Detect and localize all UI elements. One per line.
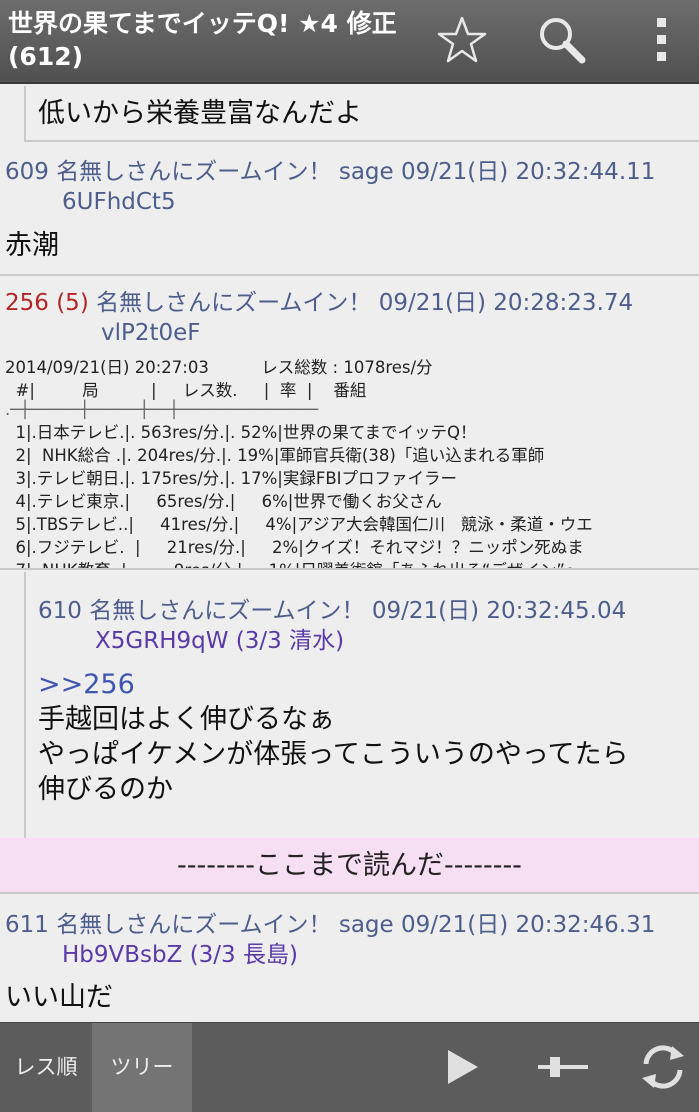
ratings-table-line: .─┼─────┼─────┼──┼────────────── <box>5 400 319 419</box>
post-id[interactable]: vlP2t0eF <box>101 318 201 348</box>
ratings-table-line: 2014/09/21(日) 20:27:03 レス総数 : 1078res/分 <box>5 358 433 377</box>
post-611[interactable]: 611 名無しさんにズームイン！ sage 09/21(日) 20:32:46.… <box>0 894 699 1022</box>
thread-title: 世界の果てまでイッテQ! ★4 修正 (612) <box>8 9 397 71</box>
thread-content[interactable]: 低いから栄養豊富なんだよ 609 名無しさんにズームイン！ sage 09/21… <box>0 86 699 1022</box>
ratings-table-line: 6|.フジテレビ. | 21res/分.| 2%|クイズ！それマジ！？ニッポン死… <box>5 538 584 557</box>
post-id[interactable]: X5GRH9qW (3/3 清水) <box>95 626 344 656</box>
post-body: 赤潮 <box>5 230 59 261</box>
overflow-menu-icon[interactable] <box>632 10 692 70</box>
post-number[interactable]: 609 <box>5 159 49 185</box>
post-name-date: 名無しさんにズームイン！ 09/21(日) 20:28:23.74 <box>96 290 634 316</box>
post-header[interactable]: 256 (5) 名無しさんにズームイン！ 09/21(日) 20:28:23.7… <box>5 288 633 318</box>
post-name-date: 名無しさんにズームイン！ 09/21(日) 20:32:45.04 <box>89 598 627 624</box>
action-bar: 世界の果てまでイッテQ! ★4 修正 (612) <box>0 0 699 84</box>
post-body: いい山だ <box>5 982 113 1013</box>
slider-icon[interactable] <box>536 1042 590 1092</box>
post-609[interactable]: 609 名無しさんにズームイン！ sage 09/21(日) 20:32:44.… <box>0 144 699 276</box>
anchor-link[interactable]: >>256 <box>38 667 135 702</box>
post-body: 低いから栄養豊富なんだよ <box>38 98 362 129</box>
post-610[interactable]: 610 名無しさんにズームイン！ 09/21(日) 20:32:45.04 X5… <box>24 572 699 838</box>
post-name-date: 名無しさんにズームイン！ sage 09/21(日) 20:32:46.31 <box>56 912 656 938</box>
post-608[interactable]: 低いから栄養豊富なんだよ <box>24 86 699 142</box>
read-marker: --------ここまで読んだ-------- <box>0 838 699 894</box>
play-icon[interactable] <box>436 1042 486 1092</box>
post-256[interactable]: 256 (5) 名無しさんにズームイン！ 09/21(日) 20:28:23.7… <box>0 278 699 570</box>
bottom-bar: レス順 ツリー <box>0 1022 699 1112</box>
tab-res-order[interactable]: レス順 <box>0 1023 92 1112</box>
post-body: 手越回はよく伸びるなぁ やっぱイケメンが体張ってこういうのやってたら 伸びるのか <box>38 704 629 805</box>
ratings-table-line: 2| NHK総合 .|. 204res/分.|. 19%|軍師官兵衛(38)「追… <box>5 446 545 465</box>
post-id[interactable]: Hb9VBsbZ (3/3 長島) <box>62 940 298 970</box>
post-name-date: 名無しさんにズームイン！ sage 09/21(日) 20:32:44.11 <box>56 159 656 185</box>
ratings-table-line: 7| NHK教育 .|. 9res/分.| 1%|日曜美術館「あふれ出る“デザイ… <box>5 559 581 568</box>
ratings-table-line: 1|.日本テレビ.|. 563res/分.|. 52%|世界の果てまでイッテQ！ <box>5 423 477 442</box>
ratings-table-line: 3|.テレビ朝日.|. 175res/分.|. 17%|実録FBIプロファイラー <box>5 469 458 488</box>
ratings-table-line: 4|.テレビ東京.| 65res/分.| 6%|世界で働くお父さん <box>5 492 442 511</box>
post-id[interactable]: 6UFhdCt5 <box>62 187 176 217</box>
tab-tree[interactable]: ツリー <box>92 1023 192 1112</box>
refresh-icon[interactable] <box>636 1042 690 1092</box>
post-header[interactable]: 609 名無しさんにズームイン！ sage 09/21(日) 20:32:44.… <box>5 157 655 187</box>
post-number[interactable]: 611 <box>5 912 49 938</box>
star-icon[interactable] <box>432 10 492 70</box>
ratings-table-line: 5|.TBSテレビ..| 41res/分.| 4%|アジア大会韓国仁川 競泳・柔… <box>5 515 593 534</box>
search-icon[interactable] <box>532 10 592 70</box>
post-number[interactable]: 610 <box>38 598 82 624</box>
post-number[interactable]: 256 (5) <box>5 290 89 316</box>
post-header[interactable]: 610 名無しさんにズームイン！ 09/21(日) 20:32:45.04 <box>38 596 626 626</box>
post-header[interactable]: 611 名無しさんにズームイン！ sage 09/21(日) 20:32:46.… <box>5 910 655 940</box>
